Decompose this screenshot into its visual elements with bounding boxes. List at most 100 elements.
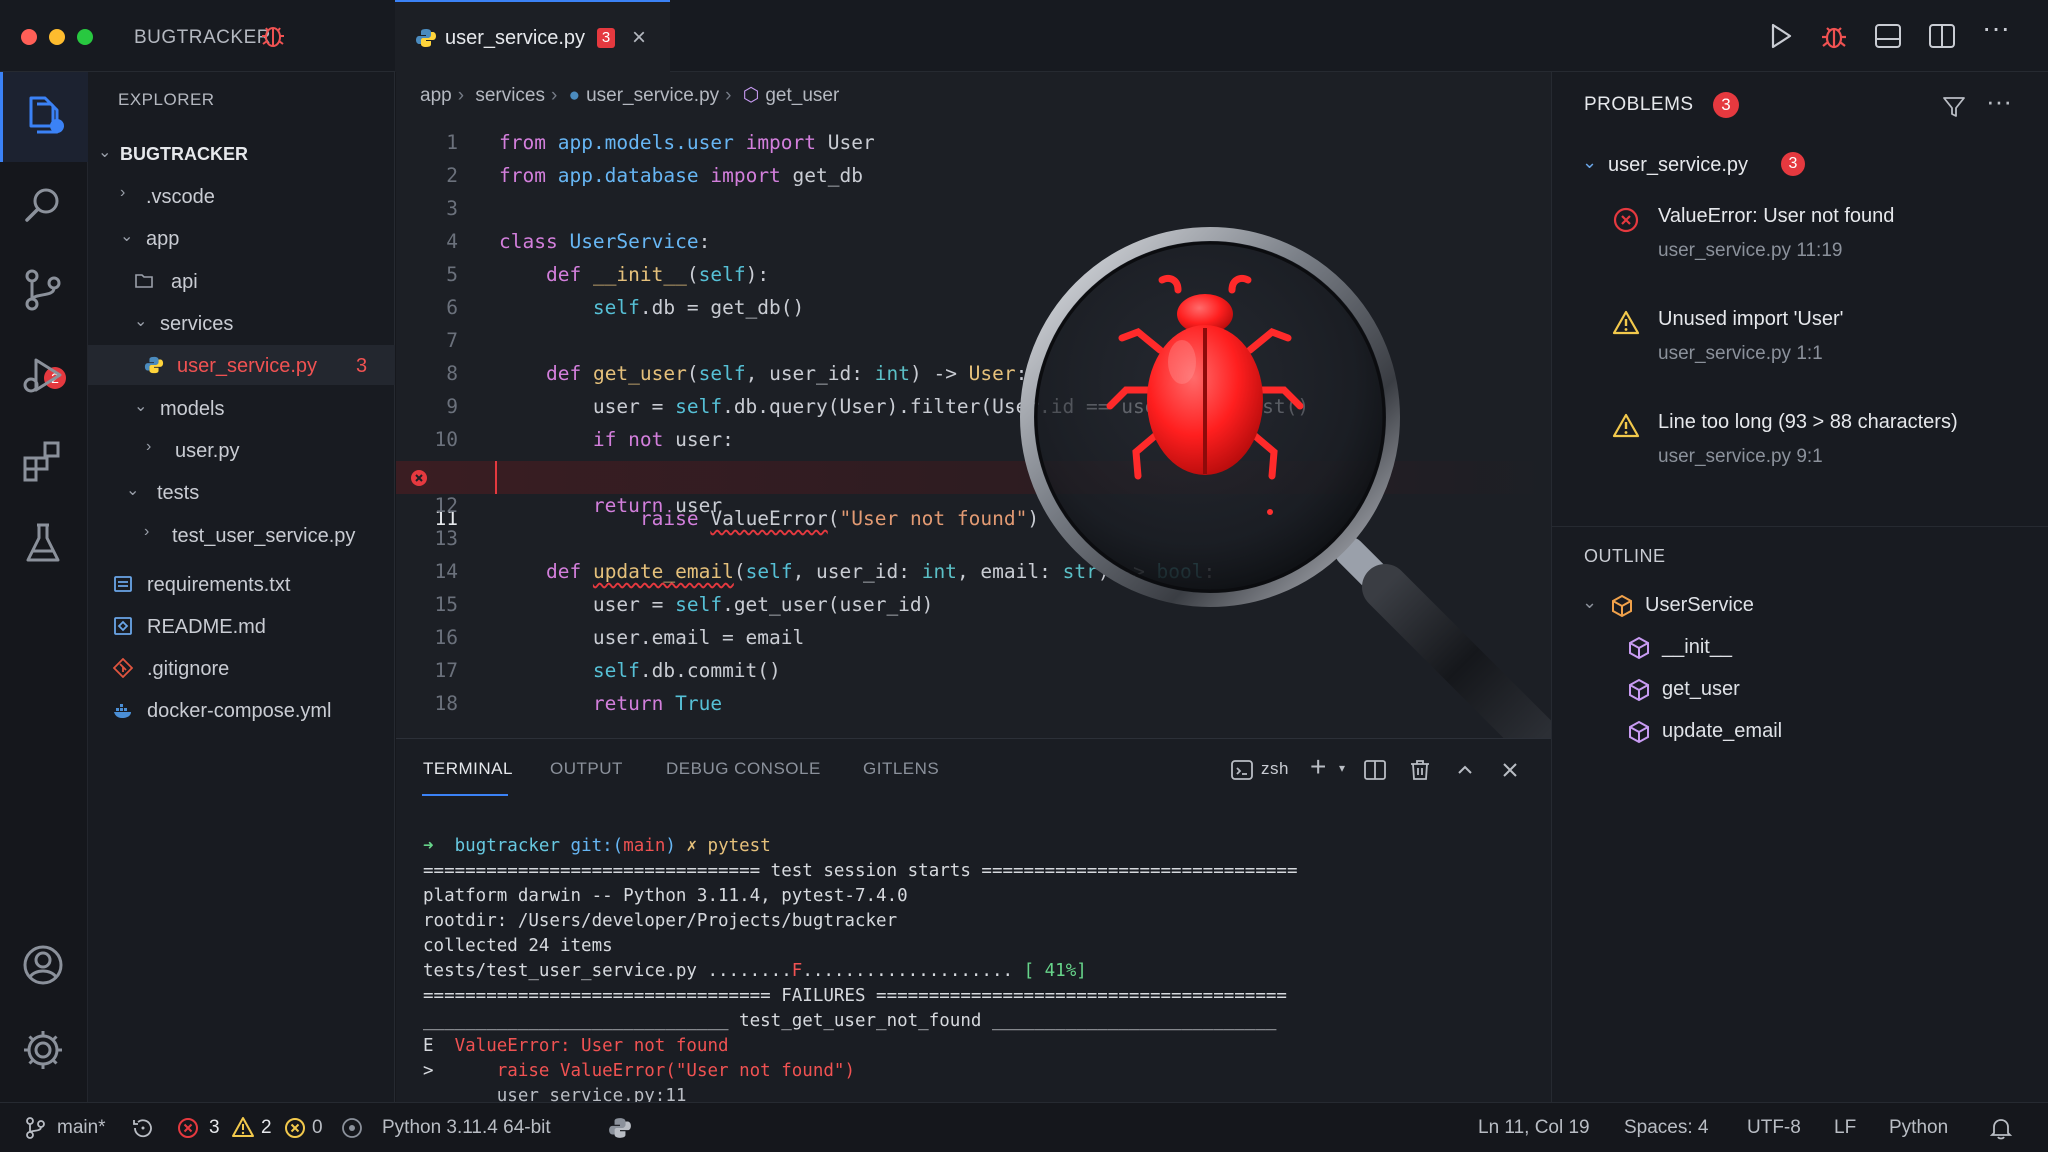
error-gutter-icon[interactable] <box>410 469 428 487</box>
tab-terminal[interactable]: TERMINAL <box>423 759 513 779</box>
run-and-debug-icon[interactable] <box>20 352 66 398</box>
warning-count-icon[interactable] <box>231 1116 255 1138</box>
outline-method[interactable]: __init__ <box>1552 628 2048 668</box>
sync-icon[interactable] <box>131 1116 155 1140</box>
terminal-output[interactable]: ➜ bugtracker git:(main) ✗ pytest =======… <box>423 809 1297 1109</box>
problems-outline-pane: PROBLEMS 3 ··· ⌄ user_service.py 3 Value… <box>1551 72 2048 1102</box>
problems-header: PROBLEMS <box>1584 94 1694 115</box>
tab-debug-console[interactable]: DEBUG CONSOLE <box>666 759 821 779</box>
maximize-window-button[interactable] <box>77 29 93 45</box>
tree-item-api[interactable]: api <box>88 261 395 301</box>
info-count-icon[interactable] <box>284 1117 306 1139</box>
python-logo-icon[interactable] <box>608 1116 632 1140</box>
method-symbol-icon <box>1629 720 1649 744</box>
close-window-button[interactable] <box>21 29 37 45</box>
error-count[interactable]: 3 <box>209 1117 220 1139</box>
tab-output[interactable]: OUTPUT <box>550 759 623 779</box>
tree-item-test-user-service[interactable]: › test_user_service.py <box>88 515 395 555</box>
debug-icon[interactable] <box>1818 20 1850 52</box>
tree-item-docker-compose[interactable]: docker-compose.yml <box>88 690 395 730</box>
warning-count[interactable]: 2 <box>261 1117 272 1139</box>
line-number: 13 <box>434 527 458 550</box>
problem-item[interactable]: ValueError: User not found user_service.… <box>1552 202 2048 282</box>
problems-file-label: user_service.py <box>1608 154 1749 176</box>
outline-method[interactable]: update_email <box>1552 712 2048 752</box>
file-encoding[interactable]: UTF-8 <box>1747 1117 1801 1139</box>
maximize-panel-icon[interactable] <box>1452 757 1478 783</box>
split-terminal-icon[interactable] <box>1362 757 1388 783</box>
end-of-line[interactable]: LF <box>1834 1117 1856 1139</box>
filter-icon[interactable] <box>1941 94 1967 120</box>
code-line: 4 class UserService: <box>396 230 1551 263</box>
tree-item-user-py[interactable]: › user.py <box>88 430 395 470</box>
tree-item-vscode[interactable]: › .vscode <box>88 176 395 216</box>
tree-root[interactable]: ⌄ BUGTRACKER <box>88 134 395 174</box>
terminal-line: ================================ test se… <box>423 861 1298 881</box>
run-icon[interactable] <box>1764 20 1796 52</box>
python-interpreter[interactable]: Python 3.11.4 64-bit <box>382 1117 551 1139</box>
info-count[interactable]: 0 <box>312 1117 323 1139</box>
outline-class[interactable]: ⌄ UserService <box>1552 586 2048 626</box>
code-editor[interactable]: app › services › ● user_service.py › ⬡ get_us… <box>396 72 1551 738</box>
tree-item-requirements[interactable]: requirements.txt <box>88 564 395 604</box>
close-panel-icon[interactable] <box>1497 757 1523 783</box>
tab-user-service[interactable]: user_service.py 3 × <box>395 0 670 72</box>
testing-flask-icon[interactable] <box>20 520 66 566</box>
tab-gitlens[interactable]: GITLENS <box>863 759 939 779</box>
settings-gear-icon[interactable] <box>20 1027 66 1073</box>
chevron-down-icon: ⌄ <box>126 482 140 499</box>
breadcrumb-item[interactable]: user_service.py <box>586 85 719 106</box>
tree-item-label: app <box>146 228 180 250</box>
section-divider <box>1552 526 2048 527</box>
line-number: 12 <box>434 494 458 517</box>
bottom-panel: TERMINAL OUTPUT DEBUG CONSOLE GITLENS zs… <box>396 738 1551 1106</box>
breadcrumb-item[interactable]: services <box>475 85 545 106</box>
line-number: 15 <box>434 593 458 616</box>
code-line: 3 <box>396 197 1551 230</box>
activity-explorer[interactable] <box>0 72 88 162</box>
tree-root-label: BUGTRACKER <box>120 144 248 164</box>
problem-item[interactable]: Line too long (93 > 88 characters) user_… <box>1552 408 2048 488</box>
tree-item-models[interactable]: ⌄ models <box>88 388 395 428</box>
radio-tower-icon[interactable] <box>341 1117 363 1139</box>
tree-item-services[interactable]: ⌄ services <box>88 303 395 343</box>
error-icon <box>1613 207 1639 233</box>
tree-item-app[interactable]: ⌄ app <box>88 218 395 258</box>
trash-icon[interactable] <box>1407 757 1433 783</box>
branch-name[interactable]: main* <box>57 1117 106 1139</box>
breadcrumb-item[interactable]: app <box>420 85 452 106</box>
more-actions-icon[interactable]: ··· <box>1986 86 2012 117</box>
extensions-icon[interactable] <box>20 437 66 483</box>
tree-item-user-service[interactable]: user_service.py 3 <box>88 345 395 385</box>
search-icon[interactable] <box>20 182 66 228</box>
git-branch-icon[interactable] <box>24 1116 46 1140</box>
new-terminal-icon[interactable]: + <box>1310 751 1327 783</box>
indentation[interactable]: Spaces: 4 <box>1624 1117 1709 1139</box>
chevron-down-icon[interactable]: ▾ <box>1339 761 1346 775</box>
account-icon[interactable] <box>20 942 66 988</box>
bug-logo-icon <box>262 27 284 47</box>
folder-icon <box>135 274 153 288</box>
cursor-position[interactable]: Ln 11, Col 19 <box>1478 1117 1590 1139</box>
error-count-icon[interactable] <box>177 1117 199 1139</box>
close-tab-icon[interactable]: × <box>632 24 646 52</box>
bell-icon[interactable] <box>1988 1115 2014 1141</box>
outline-method[interactable]: get_user <box>1552 670 2048 710</box>
breadcrumb-item[interactable]: get_user <box>765 85 839 106</box>
line-number: 4 <box>446 230 458 253</box>
minimize-window-button[interactable] <box>49 29 65 45</box>
source-control-icon[interactable] <box>20 267 66 313</box>
problems-file-group[interactable]: ⌄ user_service.py 3 <box>1552 146 2048 186</box>
tree-item-readme[interactable]: README.md <box>88 606 395 646</box>
tree-item-label: services <box>160 313 234 335</box>
chevron-down-icon: ⌄ <box>134 313 148 330</box>
toggle-panel-icon[interactable] <box>1872 20 1904 52</box>
tree-item-gitignore[interactable]: .gitignore <box>88 648 395 688</box>
outline-method-label: __init__ <box>1662 636 1733 658</box>
language-mode[interactable]: Python <box>1889 1117 1948 1139</box>
more-actions-icon[interactable]: ··· <box>1982 12 2014 44</box>
tree-item-tests[interactable]: ⌄ tests <box>88 472 395 512</box>
shell-name[interactable]: zsh <box>1261 759 1289 779</box>
problem-item[interactable]: Unused import 'User' user_service.py 1:1 <box>1552 305 2048 385</box>
split-editor-icon[interactable] <box>1926 20 1958 52</box>
